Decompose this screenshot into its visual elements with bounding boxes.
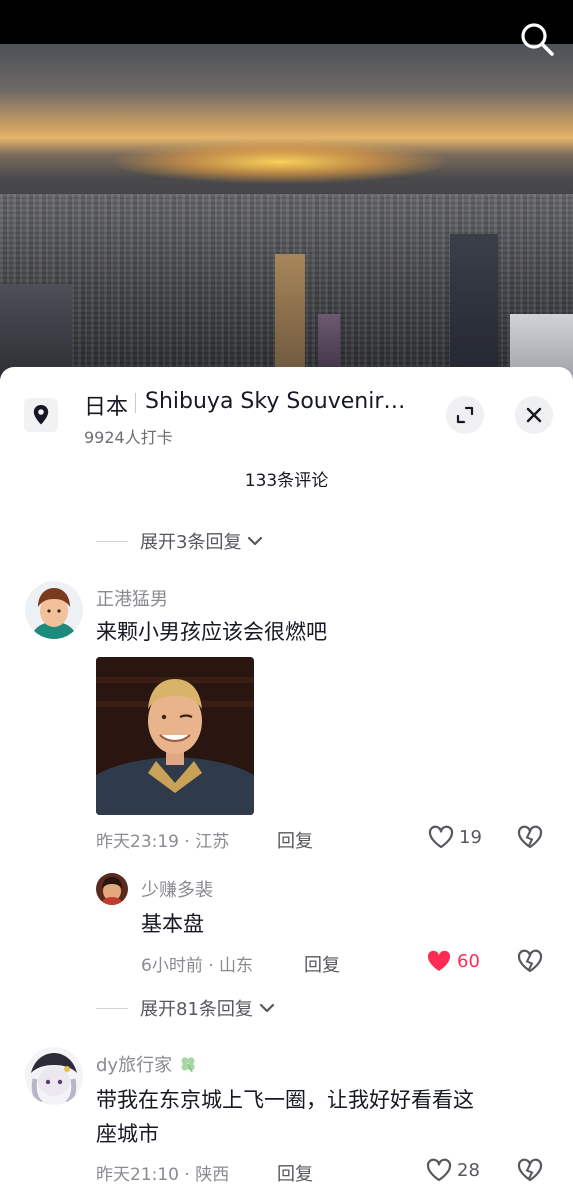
username-text: dy旅行家 bbox=[96, 1055, 173, 1076]
comment-timestamp-location: 昨天21:10 · 陕西 bbox=[96, 1165, 230, 1185]
expand-replies-button[interactable]: 展开3条回复 bbox=[96, 529, 263, 553]
location-hero-image bbox=[0, 0, 573, 380]
location-checkin-count: 9924人打卡 bbox=[84, 428, 173, 447]
expand-divider bbox=[96, 1007, 128, 1009]
expand-replies-label: 展开3条回复 bbox=[140, 532, 242, 553]
like-count: 28 bbox=[457, 1159, 480, 1181]
expand-button[interactable] bbox=[446, 396, 484, 434]
expand-replies-label: 展开81条回复 bbox=[140, 999, 253, 1020]
comment-text-line2: 座城市 bbox=[96, 1122, 159, 1146]
comment-timestamp-location: 昨天23:19 · 江苏 bbox=[96, 832, 230, 852]
reply-button[interactable]: 回复 bbox=[304, 951, 340, 977]
reply-text: 基本盘 bbox=[141, 912, 204, 936]
location-country[interactable]: 日本 bbox=[84, 389, 128, 421]
search-icon[interactable] bbox=[518, 20, 556, 58]
city-skyline-photo bbox=[0, 44, 573, 380]
heart-icon bbox=[426, 1158, 452, 1182]
close-icon bbox=[526, 407, 542, 423]
like-button[interactable]: 28 bbox=[425, 1157, 480, 1183]
expand-divider bbox=[96, 540, 128, 542]
reply-button[interactable]: 回复 bbox=[277, 827, 313, 853]
expand-icon bbox=[456, 406, 474, 424]
like-count: 60 bbox=[457, 950, 480, 972]
reply-avatar[interactable] bbox=[96, 873, 128, 905]
location-name[interactable]: Shibuya Sky Souvenir… bbox=[145, 389, 405, 414]
comment-text: 来颗小男孩应该会很燃吧 bbox=[96, 620, 327, 644]
comments-sheet bbox=[0, 367, 573, 1200]
location-pin-icon bbox=[24, 398, 58, 432]
expand-replies-button[interactable]: 展开81条回复 bbox=[96, 996, 275, 1020]
four-leaf-clover-icon bbox=[181, 1057, 195, 1073]
reply-button[interactable]: 回复 bbox=[277, 1160, 313, 1186]
broken-heart-icon[interactable] bbox=[516, 824, 544, 850]
heart-icon bbox=[427, 950, 451, 971]
like-button[interactable]: 60 bbox=[425, 948, 480, 974]
close-button[interactable] bbox=[515, 396, 553, 434]
broken-heart-icon[interactable] bbox=[516, 1157, 544, 1183]
comment-text-line1: 带我在东京城上飞一圈，让我好好看看这 bbox=[96, 1088, 474, 1112]
location-divider bbox=[135, 393, 136, 413]
avatar[interactable] bbox=[25, 581, 83, 639]
broken-heart-icon[interactable] bbox=[516, 948, 544, 974]
chevron-down-icon bbox=[259, 1003, 275, 1013]
comment-username[interactable]: 正港猛男 bbox=[96, 585, 168, 611]
comment-count: 133条评论 bbox=[244, 471, 329, 491]
heart-icon bbox=[428, 825, 454, 849]
avatar[interactable] bbox=[25, 1047, 83, 1105]
comment-username[interactable]: dy旅行家 bbox=[96, 1051, 198, 1077]
reply-username[interactable]: 少赚多裴 bbox=[141, 876, 213, 902]
like-count: 19 bbox=[459, 826, 482, 848]
like-button[interactable]: 19 bbox=[427, 824, 482, 850]
chevron-down-icon bbox=[248, 536, 263, 546]
reply-timestamp-location: 6小时前 · 山东 bbox=[141, 956, 254, 976]
comment-image[interactable] bbox=[96, 657, 254, 815]
